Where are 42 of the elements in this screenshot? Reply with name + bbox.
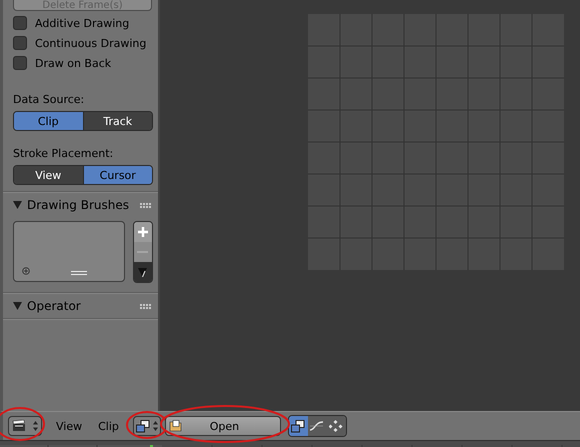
open-button[interactable]: Open [164, 416, 281, 436]
display-mode-button[interactable] [132, 416, 161, 436]
stroke-placement-option[interactable]: Cursor [82, 166, 152, 184]
drag-grip-icon[interactable] [140, 304, 152, 308]
resize-handle-icon[interactable] [71, 271, 87, 275]
clip-mode-button[interactable] [288, 416, 308, 436]
curve-icon [310, 420, 324, 432]
data-source-option[interactable]: Clip [14, 112, 82, 130]
plus-icon [136, 226, 149, 238]
menu-item[interactable]: Clip [90, 416, 127, 436]
editor-type-button[interactable] [8, 416, 42, 436]
checkbox-label[interactable]: Additive Drawing [35, 16, 130, 30]
disclosure-triangle-icon[interactable] [13, 302, 22, 310]
checkbox[interactable] [13, 16, 27, 30]
remove-brush-button[interactable] [134, 242, 152, 262]
checkbox-label[interactable]: Draw on Back [35, 56, 112, 70]
brush-list[interactable] [13, 221, 125, 282]
clip-editor-icon [291, 420, 306, 432]
stroke-placement-label: Stroke Placement: [12, 147, 114, 161]
clip-editor-icon [136, 420, 150, 432]
up-down-arrows-icon [153, 421, 158, 431]
clapperboard-icon [12, 420, 26, 432]
graph-mode-button[interactable] [308, 416, 327, 436]
data-source-label: Data Source: [12, 93, 86, 107]
menu-button[interactable] [134, 262, 152, 282]
drag-grip-icon[interactable] [140, 202, 152, 208]
stroke-placement-option[interactable]: View [14, 166, 82, 184]
add-brush-button[interactable] [134, 222, 152, 242]
checkbox[interactable] [13, 36, 27, 50]
folder-icon [168, 420, 183, 432]
data-source-option[interactable]: Track [82, 112, 152, 130]
dopesheet-mode-button[interactable] [326, 416, 346, 436]
panel-title[interactable]: Operator [27, 299, 81, 313]
checkbox-label[interactable]: Continuous Drawing [35, 36, 146, 50]
panel-title[interactable]: Drawing Brushes [27, 198, 129, 212]
add-icon[interactable] [22, 267, 30, 275]
checkbox[interactable] [13, 56, 27, 70]
dropdown-arrow-icon [138, 268, 148, 276]
up-down-arrows-icon [32, 421, 38, 431]
diamonds-icon [329, 420, 344, 432]
menu-item[interactable]: View [48, 416, 90, 436]
disclosure-triangle-icon[interactable] [13, 201, 22, 209]
